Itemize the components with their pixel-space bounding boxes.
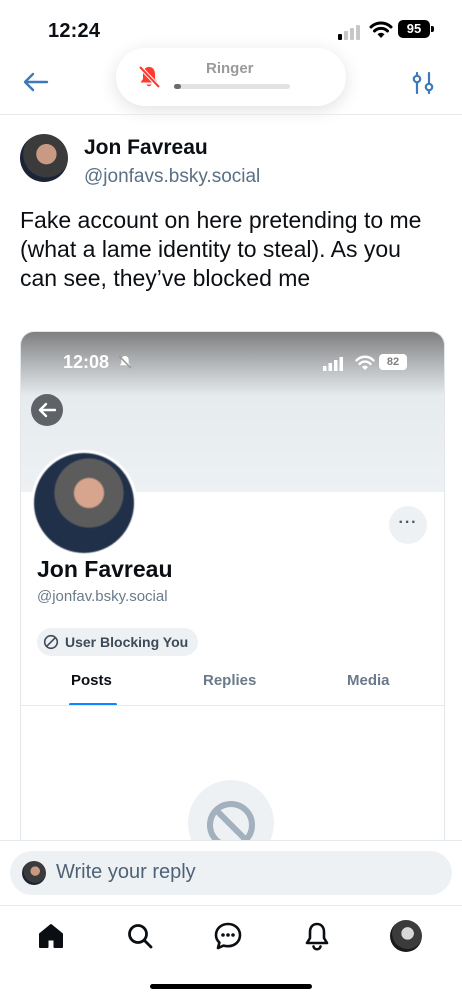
- ringer-volume-track: [174, 84, 290, 89]
- embed-more-icon: ···: [389, 506, 427, 544]
- home-icon[interactable]: [35, 920, 67, 952]
- ringer-popup: Ringer: [116, 48, 346, 106]
- reply-user-avatar: [22, 861, 46, 885]
- embed-tab-media: Media: [347, 672, 390, 689]
- embed-blocked-placeholder: [188, 780, 274, 842]
- embed-tab-replies: Replies: [203, 672, 257, 689]
- embed-tabs: Posts Replies Media: [21, 672, 444, 706]
- home-indicator: [150, 984, 312, 989]
- wifi-icon: [369, 21, 393, 38]
- bell-slash-icon: [138, 65, 161, 89]
- post-text: Fake account on here pretending to me (w…: [20, 207, 422, 291]
- embed-tab-posts: Posts: [71, 672, 112, 689]
- embed-status-time: 12:08: [63, 352, 110, 372]
- bottom-nav: [0, 905, 462, 966]
- embed-tabs-divider: [21, 705, 444, 706]
- embed-profile-name: Jon Favreau: [37, 556, 173, 582]
- author-name[interactable]: Jon Favreau: [84, 136, 208, 160]
- embed-blocking-badge: User Blocking You: [37, 628, 199, 656]
- battery-indicator: 95: [398, 20, 434, 38]
- chat-icon[interactable]: [212, 920, 244, 952]
- embed-profile-avatar: [31, 450, 137, 556]
- embedded-image[interactable]: 12:08 82 ··· Jon Favreau @jonfav.bsky.so…: [20, 331, 445, 842]
- author-avatar[interactable]: [20, 134, 68, 182]
- embed-back-button: [31, 394, 63, 426]
- reply-input[interactable]: Write your reply: [10, 851, 452, 895]
- search-icon[interactable]: [124, 920, 156, 952]
- status-time: 12:24: [48, 20, 101, 42]
- header-divider: [0, 114, 462, 115]
- embed-profile-handle: @jonfav.bsky.social: [37, 588, 168, 605]
- embed-blocking-badge-label: User Blocking You: [65, 634, 189, 650]
- embed-back-arrow-icon: [38, 402, 57, 418]
- ringer-label: Ringer: [206, 60, 254, 77]
- reply-placeholder: Write your reply: [56, 861, 196, 883]
- embed-bell-slash-icon: [118, 355, 132, 369]
- author-handle[interactable]: @jonfavs.bsky.social: [84, 166, 260, 188]
- ringer-volume-fill: [174, 84, 181, 89]
- cellular-signal-icon: [338, 22, 364, 40]
- bell-icon[interactable]: [301, 920, 333, 952]
- reply-bar: Write your reply: [0, 840, 462, 905]
- large-block-icon: [207, 801, 255, 842]
- sliders-icon[interactable]: [410, 70, 436, 96]
- profile-avatar[interactable]: [390, 920, 422, 952]
- embed-battery: 82: [379, 354, 407, 370]
- block-icon: [43, 634, 59, 650]
- back-arrow-icon[interactable]: [20, 70, 50, 94]
